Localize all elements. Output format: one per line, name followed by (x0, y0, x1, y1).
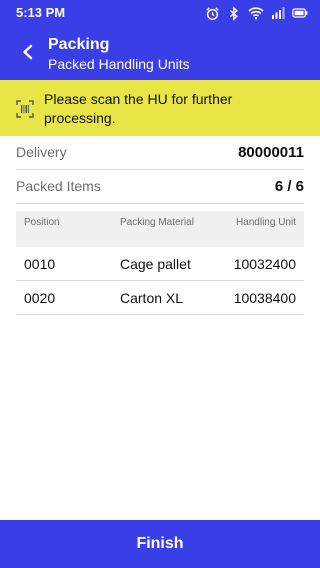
packed-items-value: 6 / 6 (274, 178, 304, 195)
column-header-packing-material: Packing Material (120, 217, 194, 228)
finish-button[interactable]: Finish (0, 520, 320, 568)
back-button[interactable] (14, 40, 42, 68)
packed-items-label: Packed Items (16, 178, 101, 194)
cell-position: 0020 (24, 290, 56, 306)
table-row[interactable]: 0010 Cage pallet 10032400 (16, 247, 304, 281)
cell-handling-unit: 10038400 (233, 290, 296, 306)
barcode-scan-icon (16, 100, 34, 118)
wifi-icon (248, 5, 264, 21)
packed-items-row: Packed Items 6 / 6 (16, 170, 304, 204)
page-subtitle: Packed Handling Units (48, 56, 190, 72)
column-header-handling-unit: Handling Unit (235, 217, 296, 228)
table-header: Position Packing Material Handling Unit (16, 211, 304, 247)
column-header-position: Position (24, 217, 60, 228)
delivery-value: 80000011 (238, 144, 304, 161)
handling-units-table: Position Packing Material Handling Unit … (16, 211, 304, 315)
alarm-icon (204, 5, 220, 21)
cell-handling-unit: 10032400 (233, 256, 296, 272)
back-arrow-icon (21, 44, 35, 65)
signal-icon (270, 5, 286, 21)
app-bar: 5:13 PM Packing Packed Handling Units (0, 0, 320, 80)
bluetooth-icon (226, 5, 242, 21)
status-bar: 5:13 PM (0, 0, 320, 26)
cell-packing-material: Carton XL (120, 290, 184, 306)
banner-message: Please scan the HU for further processin… (44, 91, 233, 126)
battery-icon (292, 5, 308, 21)
status-icons (204, 4, 308, 22)
scan-banner: Please scan the HU for further processin… (0, 80, 320, 136)
table-row[interactable]: 0020 Carton XL 10038400 (16, 281, 304, 315)
cell-packing-material: Cage pallet (120, 256, 191, 272)
delivery-row: Delivery 80000011 (16, 136, 304, 170)
delivery-label: Delivery (16, 144, 67, 160)
page-title: Packing (48, 36, 110, 53)
cell-position: 0010 (24, 256, 56, 272)
status-time: 5:13 PM (16, 5, 66, 20)
